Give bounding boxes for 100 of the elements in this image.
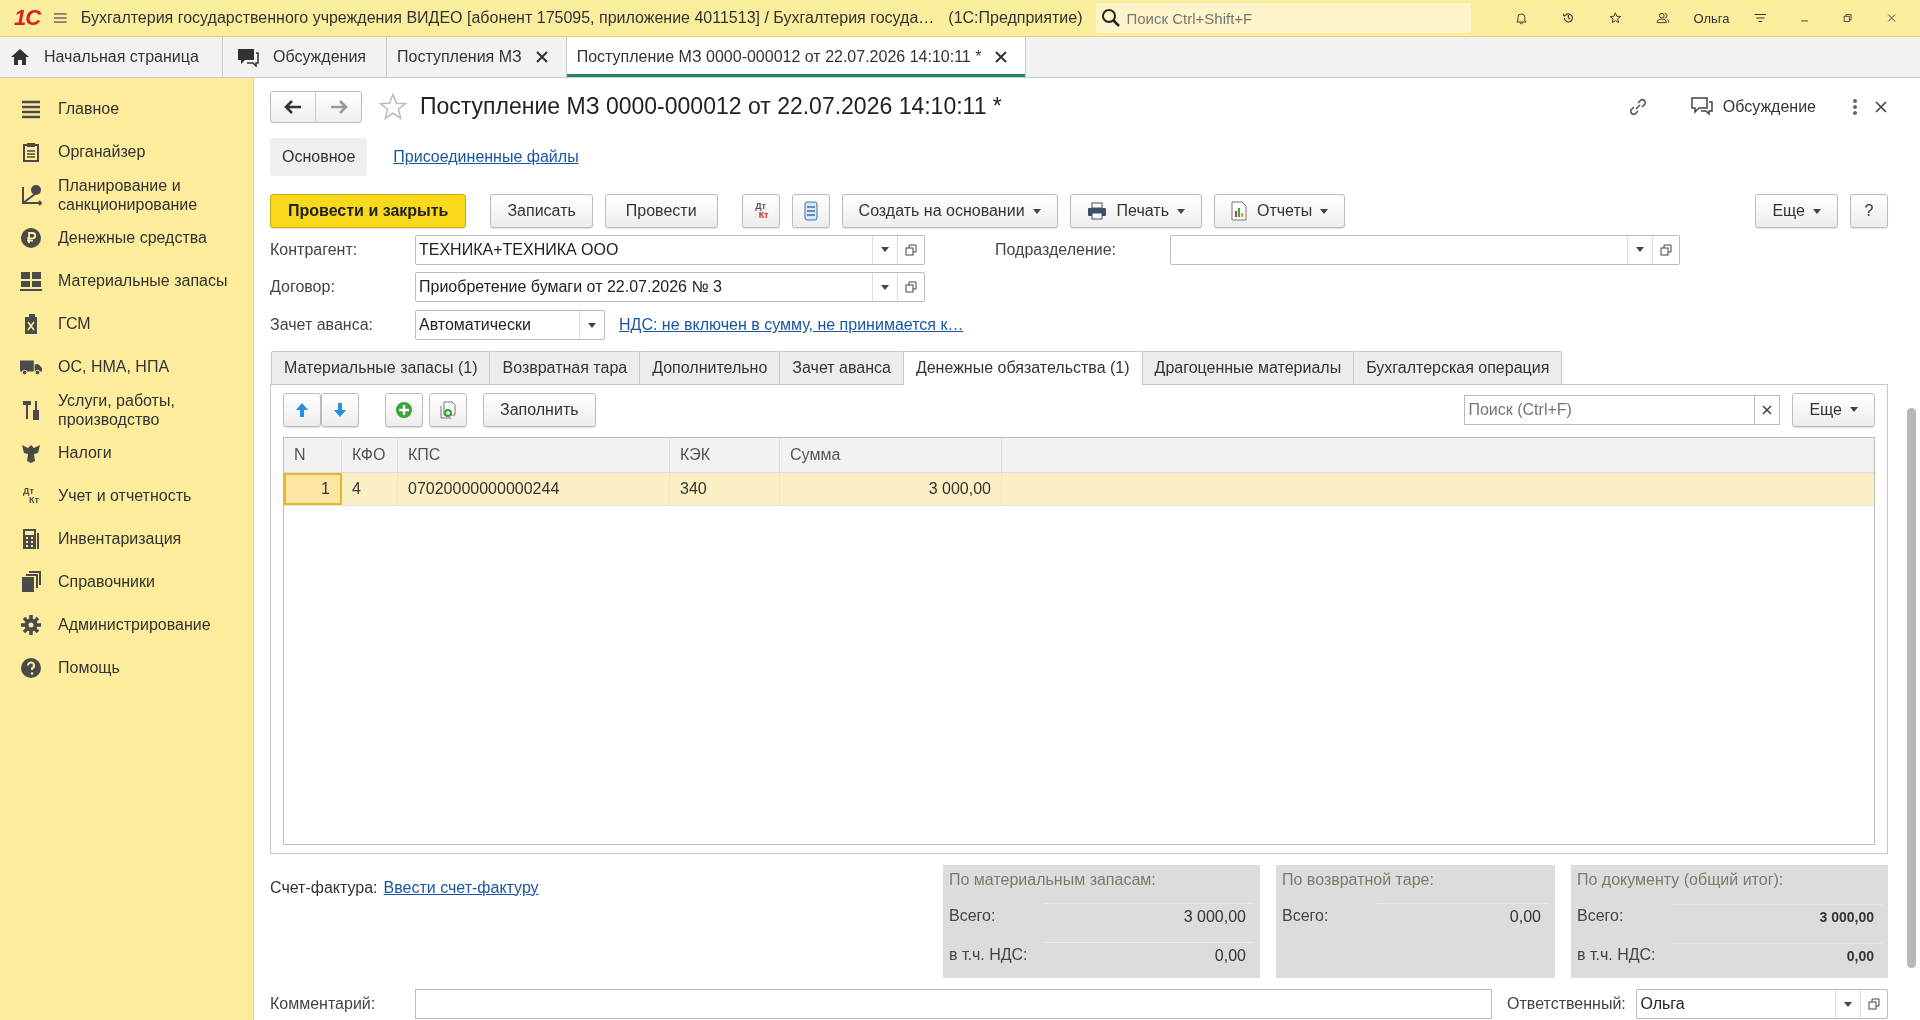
more-button[interactable]: Еще bbox=[1755, 194, 1838, 228]
move-down-button[interactable] bbox=[321, 392, 359, 427]
column-header[interactable]: КЭК bbox=[670, 437, 780, 472]
down-arrow-icon bbox=[333, 401, 347, 418]
invoice-label: Счет-фактура: bbox=[270, 878, 378, 898]
column-header[interactable]: КПС bbox=[398, 437, 670, 472]
back-arrow-icon bbox=[284, 99, 302, 114]
advance-offset-field[interactable]: Автоматически bbox=[415, 310, 605, 341]
form-tab[interactable]: Основное bbox=[270, 138, 368, 177]
open-icon bbox=[905, 243, 917, 256]
close-icon[interactable] bbox=[1874, 99, 1888, 114]
toolbar-button[interactable]: Записать bbox=[490, 194, 593, 228]
create-based-on-button[interactable]: Создать на основании bbox=[841, 194, 1058, 228]
open-tab[interactable]: Поступление МЗ 0000-000012 от 22.07.2026 14:10:11 * bbox=[566, 37, 1027, 77]
printer-icon bbox=[1086, 202, 1107, 220]
table-cell: 1 bbox=[284, 472, 342, 505]
caret-icon bbox=[1320, 208, 1329, 214]
dropdown-icon bbox=[881, 284, 889, 290]
clear-button[interactable] bbox=[1754, 394, 1781, 425]
totals-value: 0,00 bbox=[1377, 902, 1549, 930]
totals-value: 3 000,00 bbox=[1672, 903, 1882, 929]
tab[interactable]: Денежные обязательства (1) bbox=[902, 350, 1143, 385]
enter-invoice-link[interactable]: Ввести счет-фактуру bbox=[383, 878, 539, 979]
close-tab-icon[interactable] bbox=[535, 51, 548, 63]
tab[interactable]: Дополнительно bbox=[639, 350, 781, 384]
blocks-icon bbox=[20, 270, 42, 291]
list-button[interactable] bbox=[791, 194, 830, 228]
column-header[interactable]: N bbox=[284, 437, 342, 472]
app-name: (1С:Предприятие) bbox=[948, 9, 1083, 27]
responsible-field[interactable]: Ольга bbox=[1636, 989, 1888, 1020]
toolbar-button[interactable]: Провести bbox=[604, 194, 718, 228]
sidebar-item[interactable]: Дт Кт Учет и отчетность bbox=[0, 474, 253, 517]
department-field[interactable] bbox=[1170, 234, 1680, 265]
column-header[interactable]: КФО bbox=[342, 437, 398, 472]
more-button[interactable]: Еще bbox=[1792, 392, 1875, 427]
document-title: Поступление МЗ 0000-000012 от 22.07.2026 14:10:11 * bbox=[420, 93, 1002, 121]
sidebar-item[interactable]: Налоги bbox=[0, 431, 253, 474]
open-tab[interactable]: Обсуждения bbox=[223, 37, 387, 77]
field-label: Подразделение: bbox=[995, 240, 1118, 259]
user-name[interactable]: Ольга bbox=[1693, 10, 1730, 26]
table-cell: 4 bbox=[342, 472, 398, 505]
add-button[interactable] bbox=[385, 392, 423, 427]
open-tab[interactable]: Начальная страница bbox=[0, 37, 223, 77]
search-icon bbox=[1101, 8, 1122, 28]
up-arrow-icon bbox=[295, 401, 309, 418]
dropdown-icon bbox=[588, 322, 596, 328]
more-icon[interactable] bbox=[1852, 97, 1858, 116]
totals-label: Всего: bbox=[949, 907, 997, 926]
open-tab[interactable]: Поступления МЗ bbox=[387, 37, 567, 77]
print-button[interactable]: Печать bbox=[1069, 194, 1202, 228]
discussion-button[interactable]: Обсуждение bbox=[1684, 95, 1822, 118]
sidebar-item[interactable]: ОС, НМА, НПА bbox=[0, 345, 253, 388]
tab[interactable]: Бухгалтерская операция bbox=[1353, 350, 1563, 384]
gear-icon bbox=[21, 614, 41, 635]
favorite-star-icon[interactable] bbox=[378, 91, 408, 122]
ruble-coin-icon bbox=[21, 227, 41, 248]
totals-title: По документу (общий итог): bbox=[1577, 870, 1785, 889]
clear-icon bbox=[1762, 404, 1773, 415]
debit-credit-button[interactable]: Дт Кт bbox=[741, 194, 780, 228]
table-search-field[interactable]: Поиск (Ctrl+F) bbox=[1464, 394, 1755, 425]
search-field[interactable]: Поиск Ctrl+Shift+F bbox=[1096, 3, 1472, 33]
column-header[interactable]: Сумма bbox=[780, 437, 1002, 472]
dropdown-icon bbox=[1844, 1001, 1852, 1007]
sidebar-item[interactable]: Помощь bbox=[0, 646, 253, 689]
tab[interactable]: Зачет аванса bbox=[779, 350, 904, 384]
help-button[interactable]: ? bbox=[1850, 194, 1888, 228]
sidebar-item[interactable]: Инвентаризация bbox=[0, 517, 253, 560]
sidebar-item[interactable]: ГСМ bbox=[0, 302, 253, 345]
list-icon bbox=[803, 201, 818, 221]
caret-icon bbox=[1850, 407, 1858, 413]
tab[interactable]: Возвратная тара bbox=[489, 350, 641, 384]
field-label: Зачет аванса: bbox=[270, 316, 374, 335]
table-row[interactable]: 1 4 07020000000000244 340 3 000,00 bbox=[284, 472, 1874, 506]
copy-button[interactable] bbox=[429, 392, 467, 427]
totals-value: 0,00 bbox=[1044, 941, 1254, 969]
sidebar-item[interactable]: Главное bbox=[0, 87, 253, 130]
sidebar-item[interactable]: Материальные запасы bbox=[0, 259, 253, 302]
vat-link[interactable]: НДС: не включен в сумму, не принимается к… bbox=[619, 316, 964, 335]
fill-button[interactable]: Заполнить bbox=[483, 392, 596, 427]
sidebar-item[interactable]: Услуги, работы, производство bbox=[0, 388, 253, 431]
form-tab[interactable]: Присоединенные файлы bbox=[381, 138, 591, 177]
sidebar-item[interactable]: Денежные средства bbox=[0, 216, 253, 259]
contract-field[interactable]: Приобретение бумаги от 22.07.2026 № 3 bbox=[415, 272, 925, 303]
tab[interactable]: Материальные запасы (1) bbox=[271, 350, 491, 384]
totals-label: в т.ч. НДС: bbox=[1577, 946, 1657, 965]
sidebar-item[interactable]: Справочники bbox=[0, 560, 253, 603]
tab[interactable]: Драгоценные материалы bbox=[1141, 350, 1355, 384]
sidebar-item[interactable]: Администрирование bbox=[0, 603, 253, 646]
report-chart-icon bbox=[1231, 201, 1247, 221]
sidebar-item[interactable]: Планирование и санкционирование bbox=[0, 173, 253, 216]
tools-icon bbox=[22, 398, 40, 421]
move-up-button[interactable] bbox=[283, 392, 321, 427]
reports-button[interactable]: Отчеты bbox=[1214, 194, 1346, 228]
sidebar-item[interactable]: Органайзер bbox=[0, 130, 253, 173]
post-and-close-button[interactable]: Провести и закрыть bbox=[270, 194, 467, 228]
comment-field[interactable] bbox=[415, 989, 1493, 1020]
close-tab-icon[interactable] bbox=[995, 51, 1008, 63]
totals-label: Всего: bbox=[1577, 907, 1625, 926]
field-label: Комментарий: bbox=[270, 995, 377, 1014]
counterparty-field[interactable]: ТЕХНИКА+ТЕХНИКА ООО bbox=[415, 234, 925, 265]
